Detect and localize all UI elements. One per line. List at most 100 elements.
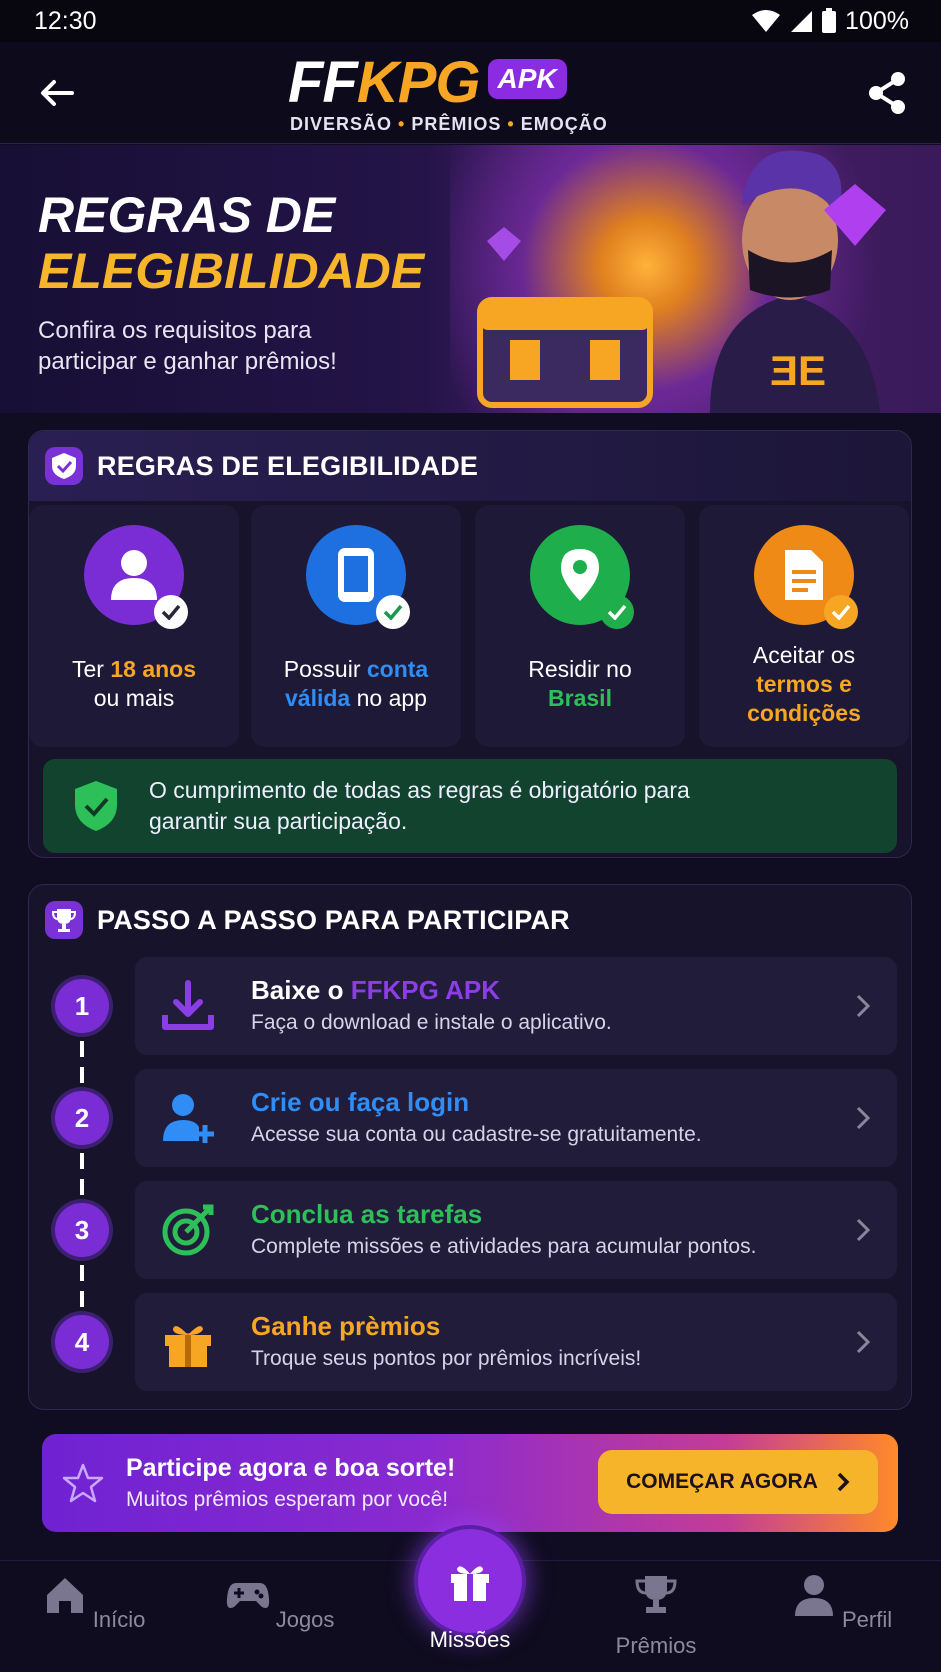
rules-card-title: REGRAS DE ELEGIBILIDADE <box>97 450 479 481</box>
shield-icon <box>45 447 83 485</box>
hero-title-line2: ELEGIBILIDADE <box>38 243 425 299</box>
nav-item-prizes[interactable]: Prêmios <box>596 1573 716 1659</box>
svg-text:ƎE: ƎE <box>770 347 826 394</box>
rules-notice-text: O cumprimento de todas as regras é obrig… <box>149 777 690 834</box>
share-icon[interactable] <box>866 70 908 116</box>
hero-title: REGRAS DE ELEGIBILIDADE <box>38 187 424 299</box>
download-icon <box>162 980 214 1030</box>
nav-label: Prêmios <box>615 1633 697 1658</box>
treasure-chest-illustration <box>477 297 653 408</box>
step-download[interactable]: Baixe o FFKPG APK Faça o download e inst… <box>135 957 897 1055</box>
rules-card-header: REGRAS DE ELEGIBILIDADE <box>29 431 911 501</box>
nav-item-profile[interactable]: Perfil <box>782 1573 902 1633</box>
trophy-icon <box>635 1576 677 1613</box>
chevron-right-icon <box>856 1330 871 1354</box>
nav-label: Início <box>92 1607 146 1632</box>
start-now-label: COMEÇAR AGORA <box>626 1470 818 1493</box>
step-description: Faça o download e instale o aplicativo. <box>251 1011 612 1034</box>
rules-notice: O cumprimento de todas as regras é obrig… <box>43 759 897 853</box>
step-number: 2 <box>55 1091 109 1145</box>
cta-heading: Participe agora e boa sorte! <box>126 1454 456 1482</box>
step-description: Acesse sua conta ou cadastre-se gratuita… <box>251 1123 702 1146</box>
step-connector <box>80 1153 84 1209</box>
nav-label: Jogos <box>275 1607 335 1632</box>
rule-age-icon-circle <box>84 525 188 629</box>
chevron-right-icon <box>856 1106 871 1130</box>
eligibility-rules-card: REGRAS DE ELEGIBILIDADE Ter 18 anos ou ma… <box>28 430 912 858</box>
chevron-right-icon <box>837 1472 850 1492</box>
step-number: 1 <box>55 979 109 1033</box>
hero-subtitle: Confira os requisitos para participar e … <box>38 317 337 375</box>
step-login[interactable]: Crie ou faça login Acesse sua conta ou c… <box>135 1069 897 1167</box>
gift-icon <box>451 1566 489 1601</box>
document-icon <box>785 550 823 600</box>
tagline-1: DIVERSÃO <box>290 114 393 134</box>
rule-account: Possuir conta válida no app <box>251 505 461 747</box>
home-icon <box>46 1578 83 1613</box>
step-connector <box>80 1041 84 1097</box>
rule-age-text: Ter 18 anos ou mais <box>72 656 196 711</box>
rule-residence: Residir no Brasil <box>475 505 685 747</box>
step-title: Ganhe prèmios <box>251 1311 441 1341</box>
logo-ff: FF <box>288 49 358 115</box>
rule-account-text: Possuir conta válida no app <box>283 656 429 711</box>
bottom-navigation: Início Jogos Missões Prêmios Perfil <box>0 1529 941 1672</box>
tagline: DIVERSÃO • PRÊMIOS • EMOÇÃO <box>290 114 608 134</box>
location-pin-icon <box>561 549 599 601</box>
battery-icon <box>822 8 837 33</box>
rule-terms-text: Aceitar os termos e condições <box>747 642 861 726</box>
wifi-icon <box>752 10 781 32</box>
app-logo: FFKPG APK <box>288 49 567 115</box>
nav-item-missions[interactable]: Missões <box>410 1627 530 1653</box>
steps-card-header: PASSO A PASSO PARA PARTICIPAR <box>29 885 911 955</box>
gem-icon <box>824 184 886 246</box>
step-prizes[interactable]: Ganhe prèmios Troque seus pontos por prê… <box>135 1293 897 1391</box>
rule-account-icon-circle <box>306 525 410 629</box>
check-icon <box>376 595 410 629</box>
trophy-icon <box>45 901 83 939</box>
logo-kpg: KPG <box>356 49 481 115</box>
user-icon <box>794 1575 833 1616</box>
tagline-3: EMOÇÃO <box>520 114 608 134</box>
chevron-right-icon <box>856 994 871 1018</box>
step-description: Complete missões e atividades para acumu… <box>251 1235 757 1258</box>
start-now-button[interactable]: COMEÇAR AGORA <box>598 1450 878 1514</box>
check-icon <box>824 595 858 629</box>
user-icon <box>111 550 157 600</box>
shield-check-icon <box>75 781 117 831</box>
app-header: FFKPG APK DIVERSÃO • PRÊMIOS • EMOÇÃO <box>0 42 941 144</box>
character-illustration: ƎE <box>710 150 880 413</box>
add-user-icon <box>163 1094 214 1143</box>
step-tasks[interactable]: Conclua as tarefas Complete missões e at… <box>135 1181 897 1279</box>
step-connector <box>80 1265 84 1321</box>
step-number: 4 <box>55 1315 109 1369</box>
steps-card-title: PASSO A PASSO PARA PARTICIPAR <box>97 904 570 935</box>
hero-banner: ƎE REGRAS DE ELEGIBILIDADE Confira os re… <box>0 145 941 413</box>
phone-icon <box>338 548 374 602</box>
nav-item-games[interactable]: Jogos <box>220 1573 340 1633</box>
step-title: Baixe o FFKPG APK <box>251 975 500 1005</box>
steps-card: PASSO A PASSO PARA PARTICIPAR 1 2 3 4 Ba… <box>28 884 912 1410</box>
hero-title-line1: REGRAS DE <box>38 187 336 243</box>
back-arrow-icon[interactable] <box>34 70 80 116</box>
cta-banner: Participe agora e boa sorte! Muitos prêm… <box>42 1434 898 1532</box>
logo-apk-badge: APK <box>487 59 567 99</box>
rule-terms: Aceitar os termos e condições <box>699 505 909 747</box>
star-icon <box>62 1463 104 1503</box>
gem-icon <box>487 227 521 261</box>
chevron-right-icon <box>856 1218 871 1242</box>
check-icon <box>154 595 188 629</box>
status-icons: 100% <box>751 7 909 36</box>
nav-label: Perfil <box>842 1607 893 1632</box>
step-number: 3 <box>55 1203 109 1257</box>
gift-icon <box>165 1326 211 1367</box>
signal-icon <box>791 11 813 32</box>
nav-item-home[interactable]: Início <box>34 1573 154 1633</box>
rule-residence-icon-circle <box>530 525 634 629</box>
status-time: 12:30 <box>34 6 97 35</box>
check-icon <box>600 595 634 629</box>
nav-missions-button[interactable] <box>418 1529 522 1633</box>
rule-terms-icon-circle <box>754 525 858 629</box>
cta-subtitle: Muitos prêmios esperam por você! <box>126 1488 449 1511</box>
status-bar: 12:30 100% <box>0 0 941 42</box>
